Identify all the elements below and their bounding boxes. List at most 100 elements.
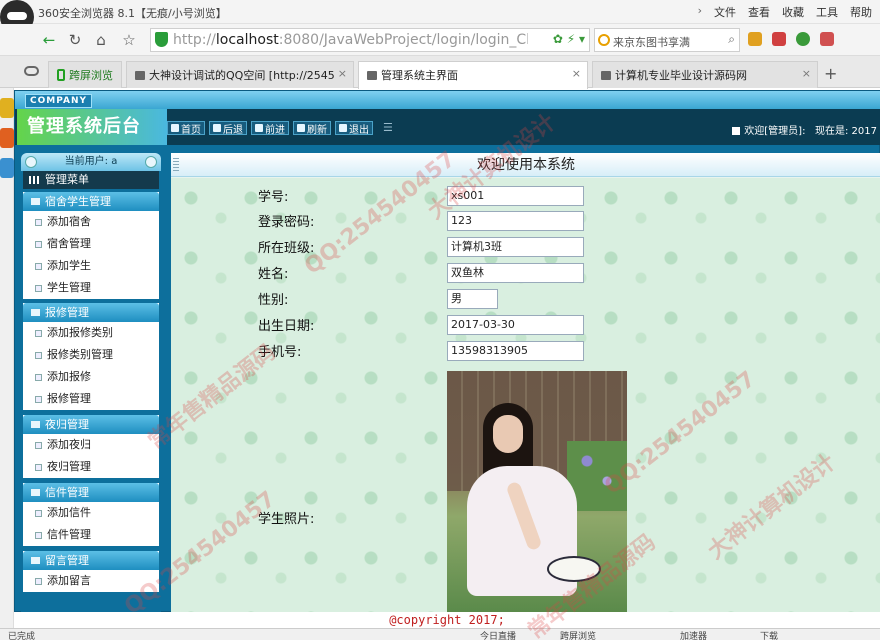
tab-qq-space[interactable]: 大神设计调试的QQ空间 [http://2545 × — [126, 61, 354, 88]
tab-cross-screen[interactable]: 跨屏浏览 — [48, 61, 122, 88]
folder-icon — [31, 557, 40, 564]
grip-icon[interactable] — [173, 158, 179, 172]
sidebar-item-add-student[interactable]: 添加学生 — [23, 255, 159, 277]
sidebar-item-add-dorm[interactable]: 添加宿舍 — [23, 211, 159, 233]
close-icon[interactable]: × — [572, 67, 581, 80]
menu-view[interactable]: 查看 — [748, 4, 770, 20]
student-photo — [447, 371, 627, 613]
sidebar-item-night-manage[interactable]: 夜归管理 — [23, 456, 159, 478]
status-download[interactable]: 下载 — [760, 629, 778, 640]
status-text: 已完成 — [8, 632, 36, 640]
menu-file[interactable]: 文件 — [714, 4, 736, 20]
close-icon[interactable]: × — [802, 67, 811, 80]
home-icon — [171, 124, 179, 132]
back-button[interactable]: 后退 — [209, 121, 247, 136]
group-head-repair[interactable]: 报修管理 — [23, 303, 159, 322]
forward-button[interactable]: 前进 — [251, 121, 289, 136]
forward-icon — [255, 124, 263, 132]
sidebar-item-dorm-manage[interactable]: 宿舍管理 — [23, 233, 159, 255]
menu-help[interactable]: 帮助 — [850, 4, 872, 20]
sidebar-item-repair-type-manage[interactable]: 报修类别管理 — [23, 344, 159, 366]
grid-icon — [29, 176, 39, 184]
group-head-letter[interactable]: 信件管理 — [23, 483, 159, 502]
sidebar-item-add-message[interactable]: 添加留言 — [23, 570, 159, 592]
group-head-night[interactable]: 夜归管理 — [23, 415, 159, 434]
label-password: 登录密码: — [258, 215, 315, 230]
gender-field[interactable]: 男 — [447, 289, 498, 309]
welcome-text: 欢迎[管理员]: 现在是: 2017 — [732, 122, 877, 137]
name-field[interactable]: 双鱼林 — [447, 263, 584, 283]
status-bar: 已完成 今日直播 跨屏浏览 加速器 下载 — [0, 628, 880, 640]
close-icon[interactable]: × — [338, 67, 347, 80]
menu-tools[interactable]: 工具 — [816, 4, 838, 20]
chevron-right-icon[interactable]: › — [698, 4, 702, 20]
url-text[interactable]: http://localhost:8080/JavaWebProject/log… — [173, 32, 528, 48]
current-user: 当前用户: a — [21, 153, 161, 171]
search-input[interactable]: 来京东图书享满 — [613, 34, 717, 50]
footer-copyright: @copyright 2017; — [14, 612, 880, 628]
adblock-icon[interactable] — [820, 32, 834, 46]
tab-main-interface[interactable]: 管理系统主界面 × — [358, 61, 588, 89]
menu-favorites[interactable]: 收藏 — [782, 4, 804, 20]
document-icon — [35, 510, 42, 517]
address-bar[interactable]: http://localhost:8080/JavaWebProject/log… — [150, 28, 590, 52]
sidebar-bookmark-icon[interactable] — [0, 98, 14, 118]
search-engine-icon — [598, 34, 610, 46]
folder-icon — [31, 489, 40, 496]
sidebar-item-student-manage[interactable]: 学生管理 — [23, 277, 159, 299]
phone-field[interactable]: 13598313905 — [447, 341, 584, 361]
document-icon — [35, 442, 42, 449]
home-icon[interactable]: ⌂ — [90, 29, 112, 51]
document-icon — [35, 464, 42, 471]
document-icon — [35, 285, 42, 292]
password-field[interactable]: 123 — [447, 211, 584, 231]
rss-icon[interactable] — [0, 128, 14, 148]
sidebar-item-letter-manage[interactable]: 信件管理 — [23, 524, 159, 546]
app-brand: 管理系统后台 — [17, 109, 167, 145]
student-id-field[interactable]: xs001 — [447, 186, 584, 206]
company-logo: COMPANY — [25, 94, 92, 108]
sidebar-app-icon[interactable] — [0, 158, 14, 178]
home-button[interactable]: 首页 — [167, 121, 205, 136]
status-accelerator[interactable]: 加速器 — [680, 629, 707, 640]
cloud-icon[interactable] — [24, 66, 39, 76]
management-menu-header: 管理菜单 — [23, 171, 159, 189]
status-cross-screen[interactable]: 跨屏浏览 — [560, 629, 596, 640]
group-head-message[interactable]: 留言管理 — [23, 551, 159, 570]
reload-icon[interactable]: ↻ — [64, 29, 86, 51]
sidebar-item-add-repair-type[interactable]: 添加报修类别 — [23, 322, 159, 344]
security-icon[interactable] — [796, 32, 810, 46]
document-icon — [35, 374, 42, 381]
status-live[interactable]: 今日直播 — [480, 629, 516, 640]
power-icon — [339, 124, 347, 132]
sidebar-item-add-repair[interactable]: 添加报修 — [23, 366, 159, 388]
apps-icon[interactable] — [748, 32, 762, 46]
star-icon[interactable]: ☆ — [118, 29, 140, 51]
sidebar-item-add-night[interactable]: 添加夜归 — [23, 434, 159, 456]
student-detail: 学号: xs001 登录密码: 123 所在班级: 计算机3班 姓名: 双鱼林 … — [171, 178, 880, 613]
menu-icon[interactable]: ☰ — [383, 121, 393, 135]
page-icon — [367, 71, 377, 80]
refresh-button[interactable]: 刷新 — [293, 121, 331, 136]
menu-group-night: 夜归管理 添加夜归 夜归管理 — [23, 415, 159, 478]
sidebar-item-add-letter[interactable]: 添加信件 — [23, 502, 159, 524]
tab-bar: 跨屏浏览 大神设计调试的QQ空间 [http://2545 × 管理系统主界面 … — [0, 56, 880, 89]
main-panel: 欢迎使用本系统 学号: xs001 登录密码: 123 所在班级: 计算机3班 … — [171, 153, 880, 613]
back-arrow-icon[interactable]: ← — [38, 29, 60, 51]
lightning-icon[interactable]: ✿ ⚡ ▾ — [553, 32, 585, 46]
search-box[interactable]: 来京东图书享满 ⌕ — [594, 28, 740, 52]
tab-source-site[interactable]: 计算机专业毕业设计源码网 × — [592, 61, 818, 88]
group-head-dorm[interactable]: 宿舍学生管理 — [23, 192, 159, 211]
extension-icon[interactable] — [772, 32, 786, 46]
search-icon[interactable]: ⌕ — [728, 32, 735, 47]
sidebar-item-repair-manage[interactable]: 报修管理 — [23, 388, 159, 410]
label-photo: 学生照片: — [258, 512, 315, 527]
class-field[interactable]: 计算机3班 — [447, 237, 584, 257]
label-name: 姓名: — [258, 267, 289, 282]
birthday-field[interactable]: 2017-03-30 — [447, 315, 584, 335]
pin-icon — [145, 156, 157, 168]
extension-icons — [748, 32, 834, 46]
logout-button[interactable]: 退出 — [335, 121, 373, 136]
new-tab-icon[interactable]: + — [824, 64, 837, 83]
label-gender: 性别: — [258, 293, 289, 308]
